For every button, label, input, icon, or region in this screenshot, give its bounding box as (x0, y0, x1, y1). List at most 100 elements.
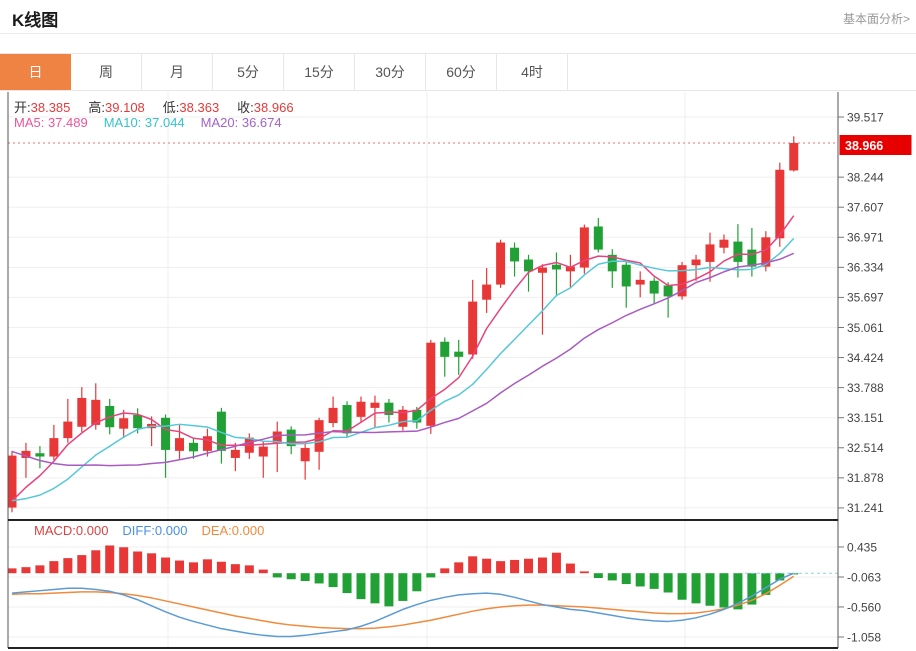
macd-bar (287, 573, 296, 579)
tab-week[interactable]: 周 (71, 54, 142, 90)
macd-bar (719, 573, 728, 607)
high-pair: 高:39.108 (88, 97, 144, 116)
price-tick-label: 31.241 (847, 501, 884, 515)
macd-bar (343, 573, 352, 593)
diff-value: DIFF:0.000 (122, 523, 187, 538)
dea-value: DEA:0.000 (201, 523, 264, 538)
tab-30min[interactable]: 30分 (355, 54, 426, 90)
macd-bar (161, 558, 170, 574)
candle (189, 443, 198, 452)
macd-bar (440, 568, 449, 573)
macd-bar (608, 573, 617, 580)
price-tick-label: 38.244 (847, 170, 884, 184)
kline-page: 39.51738.96638.24437.60736.97136.33435.6… (0, 0, 916, 651)
macd-bar (524, 559, 533, 573)
macd-bar (426, 573, 435, 577)
tab-4hour[interactable]: 4时 (497, 54, 568, 90)
ma5-value: MA5: 37.489 (14, 115, 88, 130)
candle (77, 398, 86, 427)
tab-15min[interactable]: 15分 (284, 54, 355, 90)
price-tick-label: 35.061 (847, 321, 884, 335)
price-tick-label: 34.424 (847, 351, 884, 365)
macd-bar (175, 561, 184, 574)
page-title: K线图 (12, 6, 58, 31)
macd-tick-label: -0.560 (847, 600, 881, 614)
low-label: 低: (163, 100, 180, 115)
candle (496, 243, 505, 285)
price-tick-label: 37.607 (847, 201, 884, 215)
macd-tick-label: -1.058 (847, 630, 881, 644)
macd-bar (706, 573, 715, 606)
macd-bar (147, 553, 156, 573)
macd-bar (468, 556, 477, 573)
candle (259, 447, 268, 457)
candle (636, 280, 645, 285)
macd-bar (412, 573, 421, 591)
candle (524, 260, 533, 272)
candle (370, 403, 379, 408)
tab-day[interactable]: 日 (0, 54, 71, 90)
macd-bar (566, 564, 575, 574)
macd-bar (454, 562, 463, 573)
candle (538, 268, 547, 273)
open-pair: 开:38.385 (14, 97, 70, 116)
macd-tick-label: 0.435 (847, 540, 877, 554)
macd-bar (650, 573, 659, 589)
candle (650, 281, 659, 294)
macd-bar (217, 562, 226, 573)
high-value: 39.108 (105, 100, 145, 115)
macd-bar (35, 565, 44, 573)
macd-bar (133, 551, 142, 573)
candle (733, 242, 742, 262)
ma10-value: MA10: 37.044 (104, 115, 185, 130)
macd-bar (482, 559, 491, 573)
macd-bar (692, 573, 701, 603)
macd-bar (678, 573, 687, 600)
macd-bar (552, 553, 561, 574)
open-value: 38.385 (31, 100, 71, 115)
macd-bar (301, 573, 310, 581)
candle (692, 260, 701, 266)
candle (789, 143, 798, 170)
close-label: 收: (237, 100, 254, 115)
ma-legend-row: MA5: 37.489 MA10: 37.044 MA20: 36.674 (14, 115, 298, 130)
candle (357, 402, 366, 417)
macd-tick-label: -0.063 (847, 570, 881, 584)
ma10-line (12, 238, 794, 500)
macd-bar (496, 561, 505, 573)
macd-bar (580, 571, 589, 573)
macd-legend-row: MACD:0.000 DIFF:0.000 DEA:0.000 (34, 523, 278, 538)
fundamental-analysis-link[interactable]: 基本面分析> (843, 10, 910, 27)
ohlc-row: 开:38.385 高:39.108 低:38.363 收:38.966 (14, 97, 312, 116)
candle (775, 170, 784, 239)
candle (35, 453, 44, 456)
macd-value: MACD:0.000 (34, 523, 108, 538)
macd-bar (622, 573, 631, 584)
candle (63, 422, 72, 439)
macd-bar (636, 573, 645, 586)
close-value: 38.966 (254, 100, 294, 115)
tab-60min[interactable]: 60分 (426, 54, 497, 90)
candle (175, 438, 184, 451)
candle (301, 448, 310, 461)
low-value: 38.363 (179, 100, 219, 115)
price-tick-label: 39.517 (847, 110, 884, 124)
candle (664, 286, 673, 297)
macd-bar (329, 573, 338, 587)
price-tick-label: 35.697 (847, 291, 884, 305)
macd-bar (370, 573, 379, 603)
tab-5min[interactable]: 5分 (213, 54, 284, 90)
candle (203, 436, 212, 451)
macd-bar (49, 561, 58, 573)
macd-bar (231, 564, 240, 573)
macd-bar (398, 573, 407, 601)
low-pair: 低:38.363 (163, 97, 219, 116)
candle (161, 418, 170, 450)
macd-bar (510, 560, 519, 573)
header-divider (0, 33, 916, 34)
candle (133, 415, 142, 428)
macd-bar (63, 558, 72, 573)
candle (119, 418, 128, 428)
tab-month[interactable]: 月 (142, 54, 213, 90)
macd-bar (538, 558, 547, 574)
